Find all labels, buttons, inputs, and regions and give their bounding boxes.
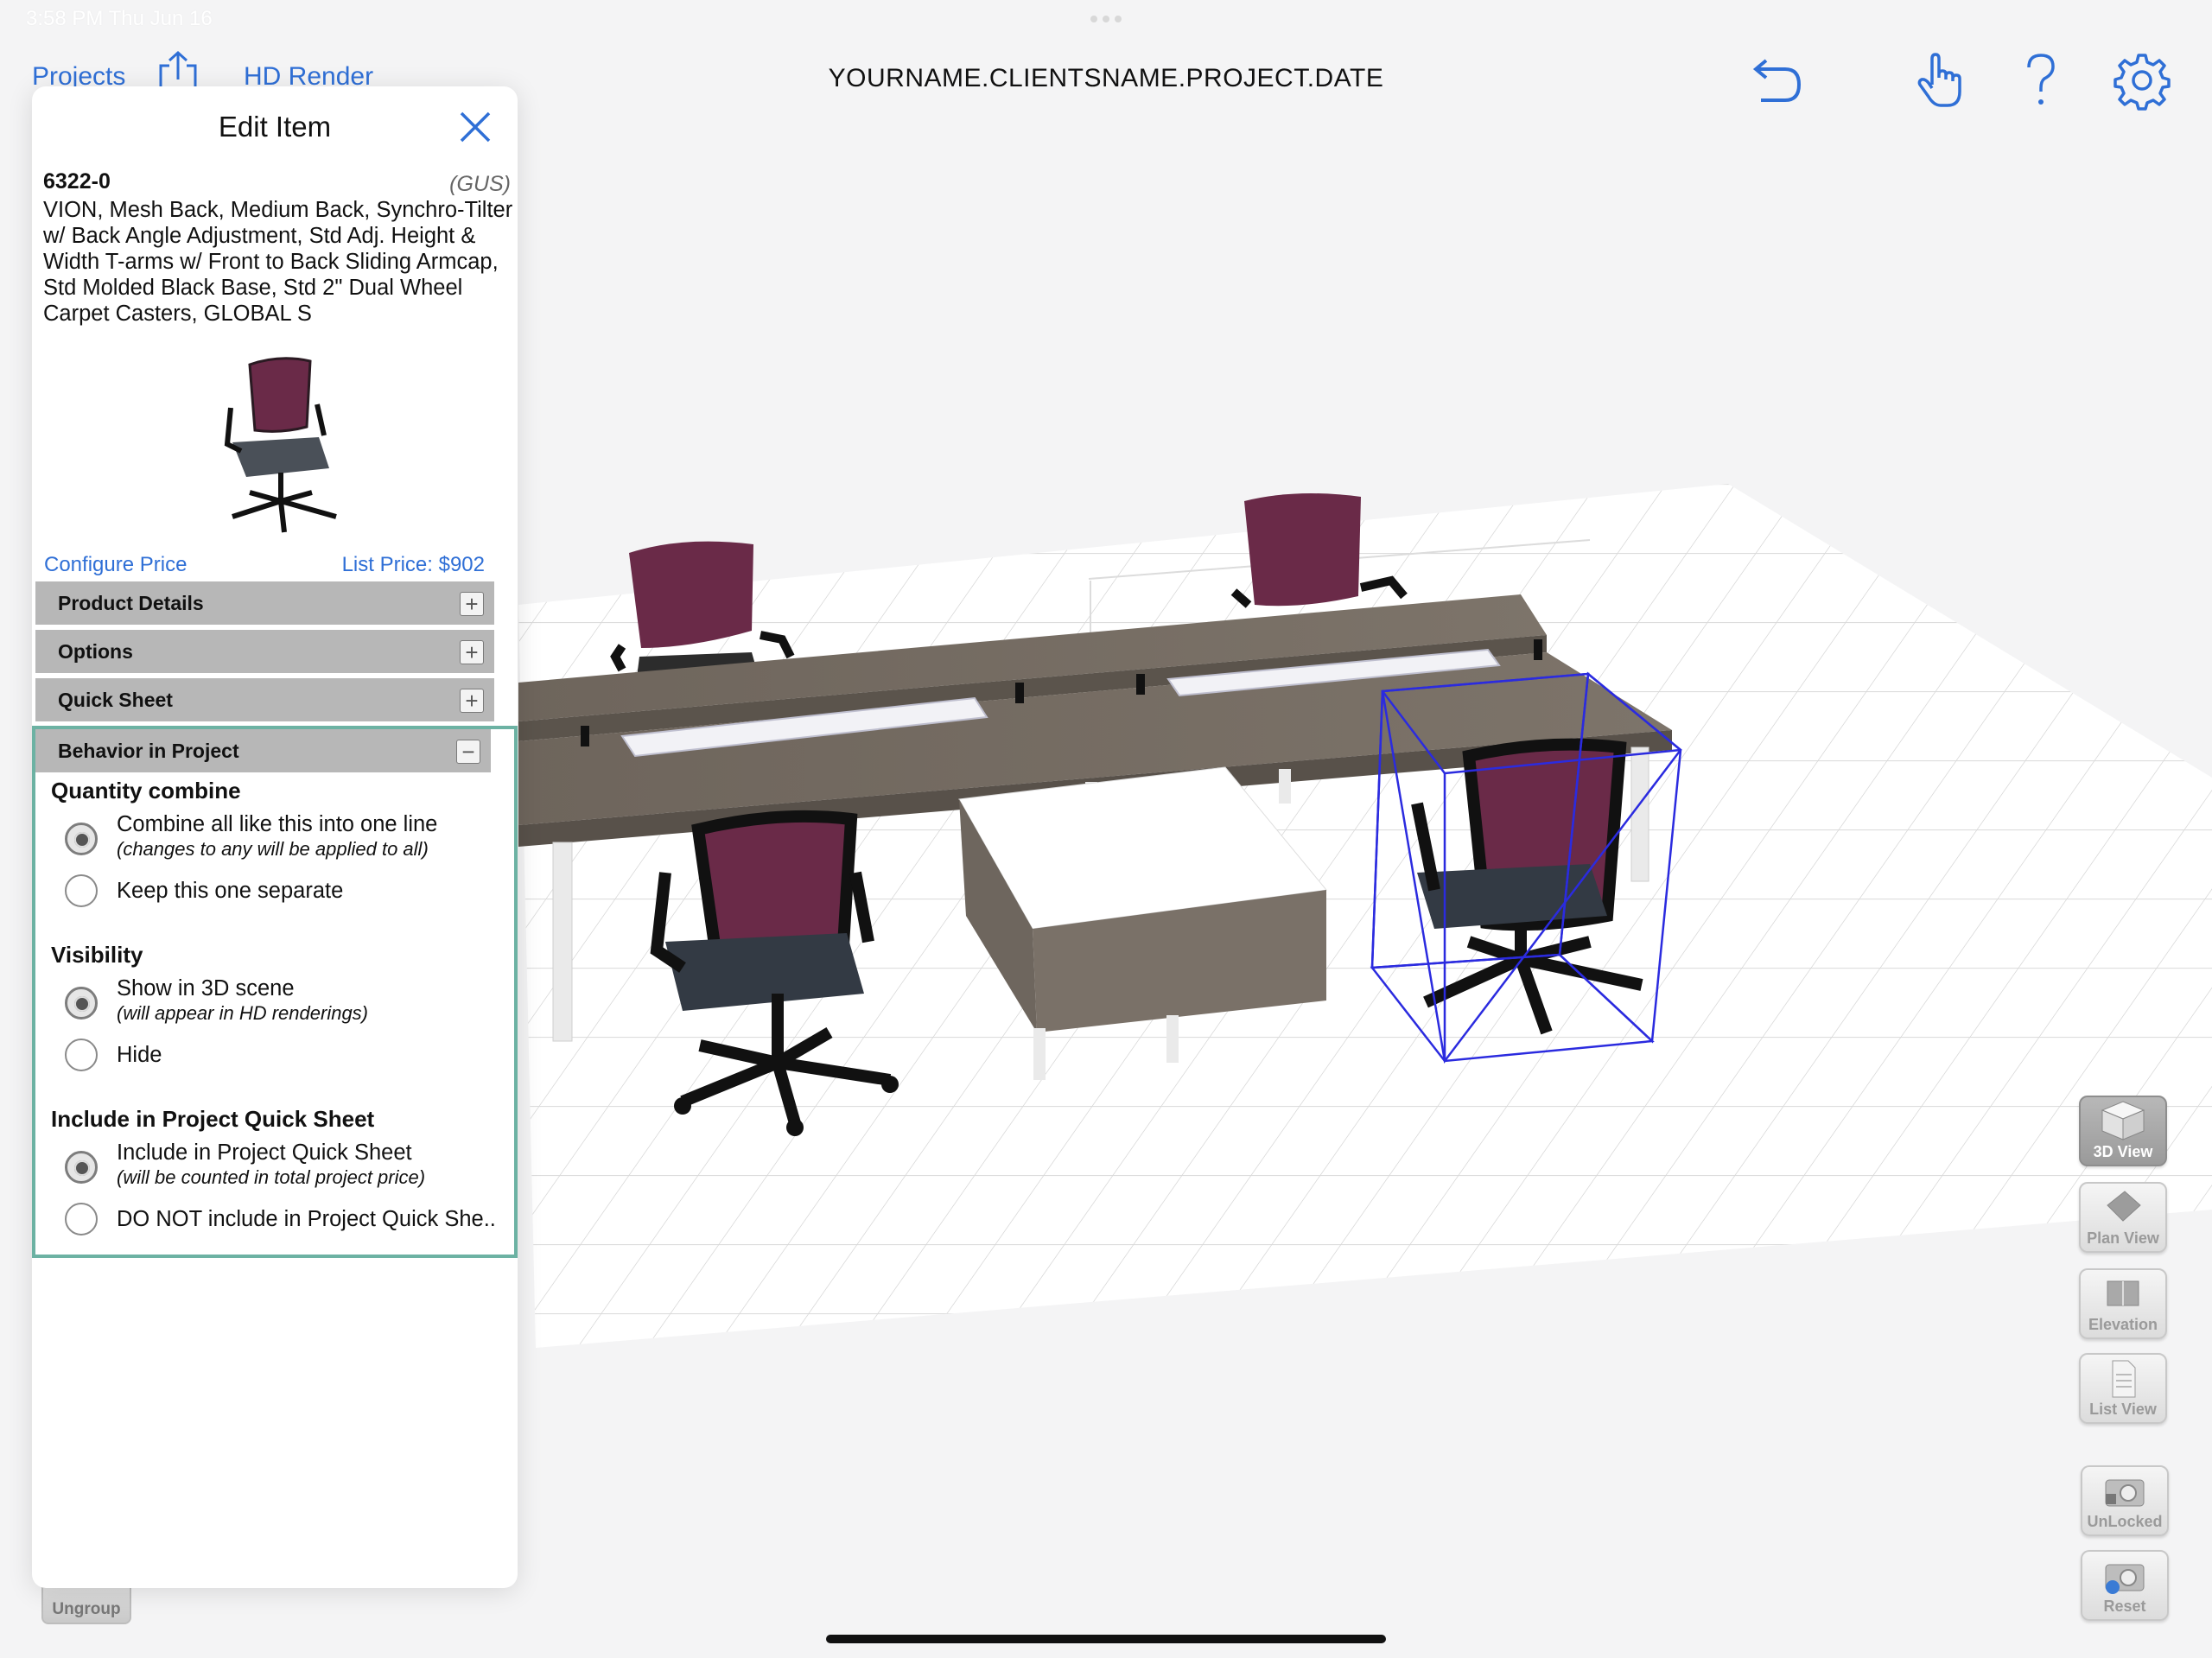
expand-icon[interactable]: + [460, 640, 484, 664]
option-label: Show in 3D scene [117, 976, 295, 1001]
multitasking-dots[interactable] [1090, 16, 1125, 22]
ungroup-button[interactable]: Ungroup [41, 1586, 131, 1624]
plan-view-button[interactable]: Plan View [2079, 1182, 2167, 1253]
elevation-button[interactable]: Elevation [2079, 1268, 2167, 1339]
document-icon [2112, 1360, 2136, 1398]
help-icon[interactable] [2010, 50, 2070, 111]
accordion-label: Quick Sheet [58, 688, 173, 711]
product-thumbnail [215, 347, 345, 539]
plan-view-label: Plan View [2087, 1229, 2159, 1247]
option-label: DO NOT include in Project Quick She.. [117, 1207, 496, 1231]
camera-reset-label: Reset [2103, 1598, 2146, 1615]
status-time: 3:58 PM Thu Jun 16 [26, 7, 213, 30]
accordion-behavior-in-project[interactable]: Behavior in Project − [35, 729, 491, 772]
camera-unlocked-icon [2105, 1479, 2145, 1507]
product-description: VION, Mesh Back, Medium Back, Synchro-Ti… [43, 198, 513, 326]
edit-item-panel: Edit Item 6322-0 (GUS) VION, Mesh Back, … [32, 86, 518, 1588]
option-sublabel: (will be counted in total project price) [117, 1166, 426, 1188]
radio-exclude-quick-sheet[interactable] [65, 1203, 98, 1236]
behavior-section: Behavior in Project − Quantity combine C… [32, 726, 518, 1258]
option-sublabel: (changes to any will be applied to all) [117, 838, 429, 860]
list-view-button[interactable]: List View [2079, 1353, 2167, 1424]
plan-icon [2107, 1191, 2141, 1222]
accordion-quick-sheet[interactable]: Quick Sheet + [35, 678, 494, 721]
accordion-label: Options [58, 639, 133, 663]
camera-reset-button[interactable]: Reset [2081, 1550, 2169, 1621]
camera-reset-icon [2105, 1564, 2145, 1594]
list-view-label: List View [2089, 1401, 2157, 1418]
visibility-heading: Visibility [51, 942, 143, 968]
list-price: List Price: $902 [341, 553, 485, 576]
accordion-label: Behavior in Project [58, 739, 239, 762]
radio-combine-lines[interactable] [65, 823, 98, 855]
hand-pointer-icon[interactable] [1910, 50, 1970, 111]
radio-keep-separate[interactable] [65, 874, 98, 907]
option-label: Hide [117, 1043, 162, 1067]
accordion-label: Product Details [58, 591, 204, 614]
camera-lock-button[interactable]: UnLocked [2081, 1465, 2169, 1536]
3d-view-button[interactable]: 3D View [2079, 1096, 2167, 1166]
camera-lock-label: UnLocked [2087, 1513, 2163, 1530]
elevation-icon [2107, 1280, 2139, 1306]
accordion-options[interactable]: Options + [35, 630, 494, 673]
undo-icon[interactable] [1745, 50, 1806, 111]
expand-icon[interactable]: + [460, 592, 484, 616]
3d-view-label: 3D View [2093, 1143, 2153, 1160]
product-sku: 6322-0 [43, 169, 111, 194]
cube-icon [2101, 1101, 2145, 1140]
panel-title: Edit Item [218, 111, 332, 143]
radio-hide[interactable] [65, 1039, 98, 1071]
quick-sheet-heading: Include in Project Quick Sheet [51, 1106, 375, 1132]
home-indicator [826, 1635, 1386, 1643]
collapse-icon[interactable]: − [456, 740, 480, 764]
close-icon[interactable] [457, 109, 493, 145]
expand-icon[interactable]: + [460, 689, 484, 713]
gear-icon[interactable] [2112, 50, 2172, 111]
accordion-product-details[interactable]: Product Details + [35, 581, 494, 625]
radio-show-in-3d[interactable] [65, 987, 98, 1020]
option-label: Include in Project Quick Sheet [117, 1140, 412, 1165]
configure-price-link[interactable]: Configure Price [44, 553, 187, 577]
option-sublabel: (will appear in HD renderings) [117, 1002, 369, 1024]
product-brand: (GUS) [449, 172, 511, 196]
quantity-combine-heading: Quantity combine [51, 778, 241, 804]
radio-include-quick-sheet[interactable] [65, 1151, 98, 1184]
elevation-label: Elevation [2088, 1316, 2158, 1333]
option-label: Combine all like this into one line [117, 812, 438, 836]
option-label: Keep this one separate [117, 879, 344, 903]
